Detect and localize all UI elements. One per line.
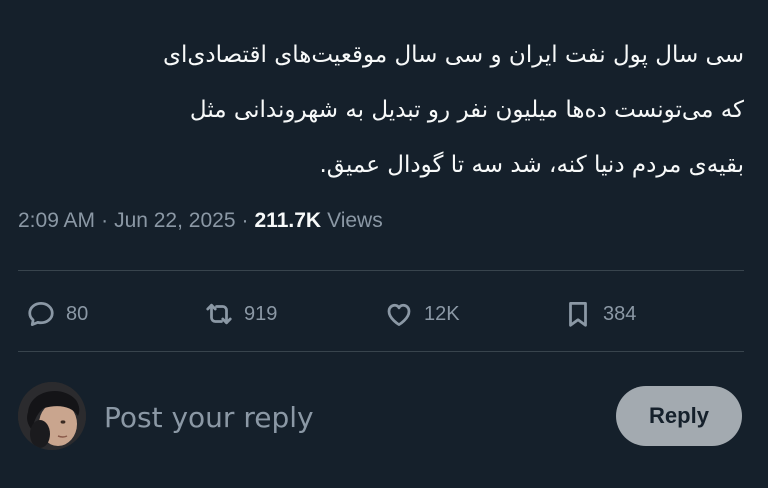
tweet-text-line: بقیه‌ی مردم دنیا کنه، شد سه تا گودال عمی… [319, 152, 744, 178]
retweet-count: 919 [244, 302, 278, 325]
like-count: 12K [424, 302, 460, 325]
tweet-time[interactable]: 2:09 AM [18, 209, 95, 233]
reply-count: 80 [66, 302, 89, 325]
retweet-button[interactable]: 919 [204, 290, 277, 338]
bookmark-button[interactable]: 384 [563, 290, 636, 338]
divider [18, 270, 744, 271]
meta-separator: · [241, 209, 249, 232]
tweet-date[interactable]: Jun 22, 2025 [114, 209, 235, 233]
tweet-meta: 2:09 AM · Jun 22, 2025 · 211.7K Views [18, 209, 383, 233]
reply-input[interactable] [104, 388, 584, 446]
retweet-icon [206, 303, 232, 325]
heart-icon [387, 303, 411, 326]
divider [18, 351, 744, 352]
user-avatar-image [18, 382, 86, 450]
views-count[interactable]: 211.7K [255, 209, 322, 233]
tweet-text: سی سال پول نفت ایران و سی سال موقعیت‌های… [14, 28, 744, 193]
bookmark-icon [569, 302, 587, 327]
views-label[interactable]: Views [327, 209, 383, 233]
tweet-actions: 80 919 12K 384 [0, 290, 768, 338]
tweet-text-line: سی سال پول نفت ایران و سی سال موقعیت‌های… [162, 42, 744, 68]
tweet-text-line: که می‌تونست ده‌ها میلیون نفر رو تبدیل به… [189, 97, 744, 123]
like-button[interactable]: 12K [384, 290, 460, 338]
bookmark-count: 384 [603, 302, 637, 325]
reply-submit-button[interactable]: Reply [616, 386, 742, 446]
avatar[interactable] [18, 382, 86, 450]
reply-bubble-icon [28, 302, 54, 326]
meta-separator: · [101, 209, 109, 232]
reply-button[interactable]: 80 [26, 290, 88, 338]
